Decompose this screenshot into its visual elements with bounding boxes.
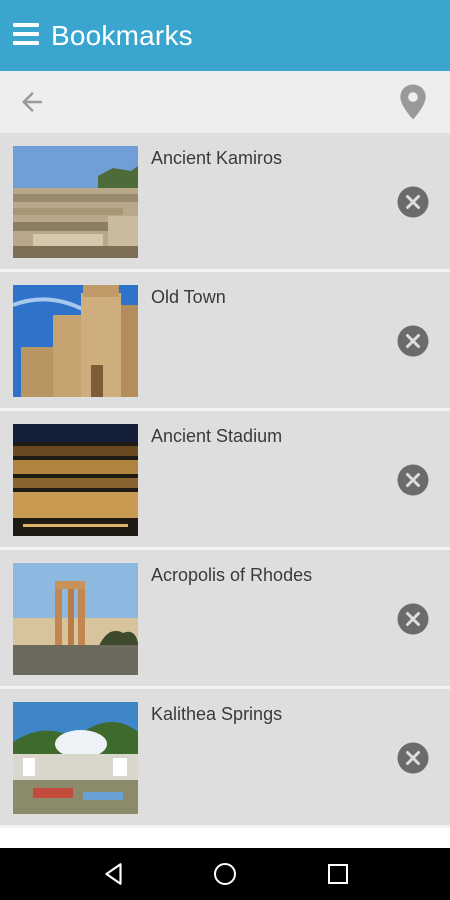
remove-circle-icon[interactable] (397, 742, 429, 774)
list-item[interactable]: Ancient Stadium (0, 411, 450, 550)
nav-back-icon[interactable] (101, 861, 127, 887)
remove-circle-icon[interactable] (397, 464, 429, 496)
list-item[interactable]: Kalithea Springs (0, 689, 450, 828)
list-item[interactable]: Acropolis of Rhodes (0, 550, 450, 689)
bookmark-list: Ancient Kamiros Old Town Ancient Stadium… (0, 133, 450, 828)
old-town-thumbnail (13, 285, 138, 397)
arrow-left-icon[interactable] (17, 87, 47, 117)
bookmark-title: Kalithea Springs (151, 704, 283, 724)
nav-recents-icon[interactable] (327, 863, 349, 885)
page-title: Bookmarks (51, 20, 193, 51)
bookmark-title: Ancient Stadium (151, 426, 283, 446)
acropolis-thumbnail (13, 563, 138, 675)
app-bar: Bookmarks (0, 0, 450, 71)
ancient-kamiros-thumbnail (13, 146, 138, 258)
map-pin-icon[interactable] (397, 83, 429, 121)
ancient-stadium-thumbnail (13, 424, 138, 536)
secondary-toolbar (0, 71, 450, 133)
bookmark-title: Old Town (151, 287, 226, 307)
remove-circle-icon[interactable] (397, 325, 429, 357)
bookmark-title: Ancient Kamiros (151, 148, 283, 168)
remove-circle-icon[interactable] (397, 603, 429, 635)
kalithea-springs-thumbnail (13, 702, 138, 814)
list-item[interactable]: Old Town (0, 272, 450, 411)
remove-circle-icon[interactable] (397, 186, 429, 218)
nav-home-icon[interactable] (213, 862, 237, 886)
list-item[interactable]: Ancient Kamiros (0, 133, 450, 272)
bookmark-title: Acropolis of Rhodes (151, 565, 313, 585)
hamburger-menu-icon[interactable] (13, 23, 39, 45)
